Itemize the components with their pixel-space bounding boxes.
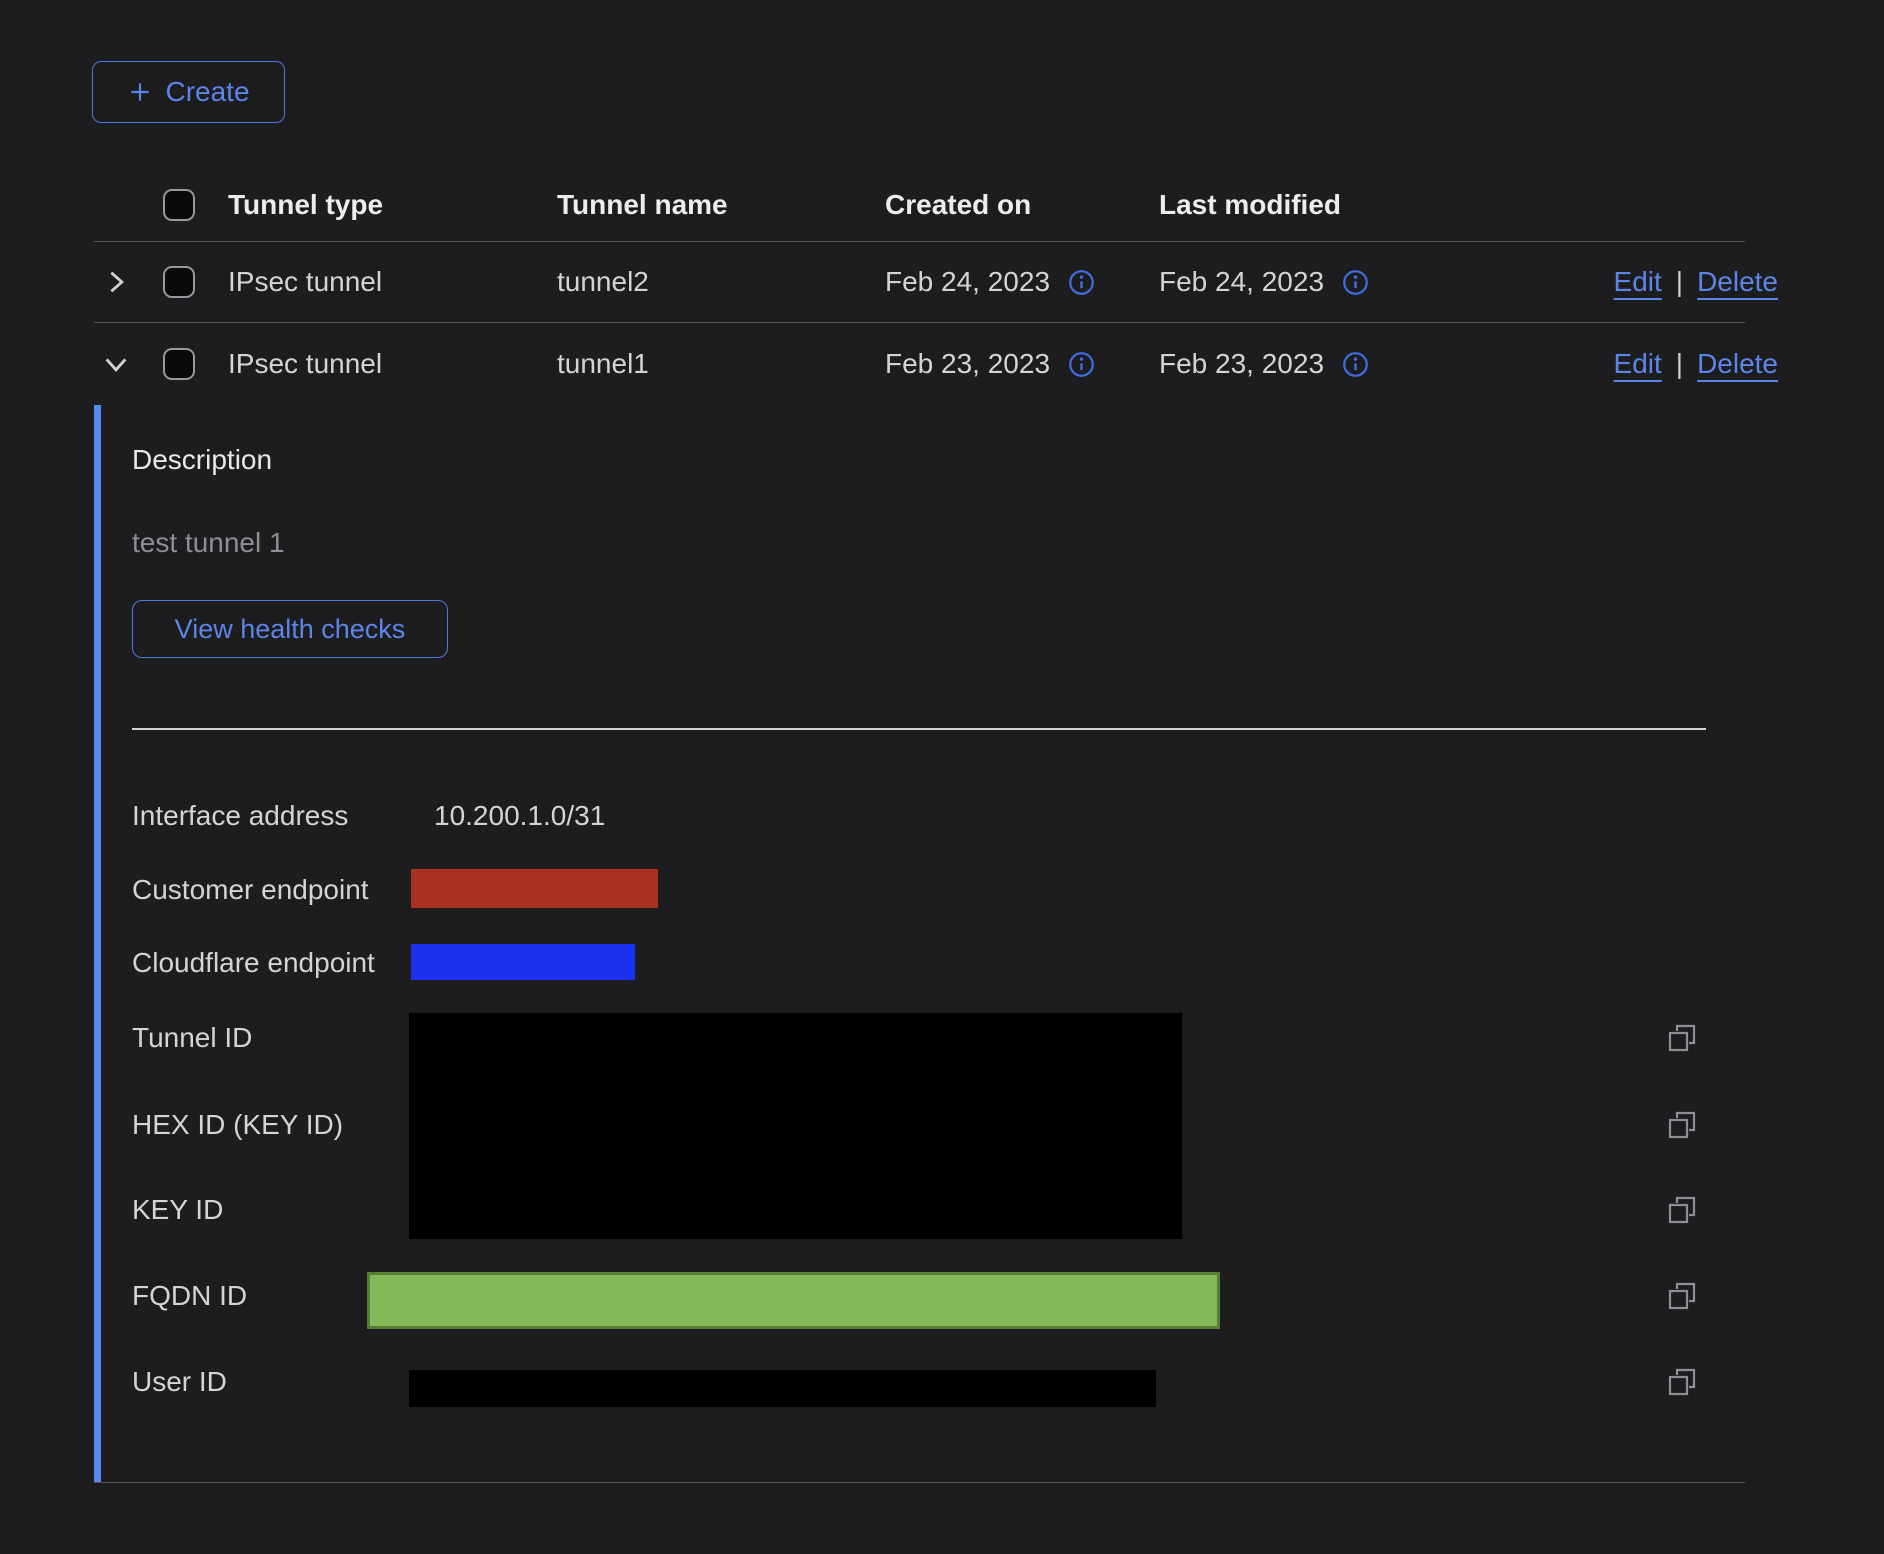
delete-link[interactable]: Delete xyxy=(1697,266,1778,298)
table-header: Tunnel type Tunnel name Created on Last … xyxy=(94,168,1745,241)
description-value: test tunnel 1 xyxy=(132,527,285,559)
row-checkbox[interactable] xyxy=(163,348,195,380)
table-row-tunnel1: IPsec tunnel tunnel1 Feb 23, 2023 Feb 23… xyxy=(94,323,1745,405)
created-on-cell: Feb 23, 2023 xyxy=(885,348,1095,380)
copy-fqdn-id-button[interactable] xyxy=(1660,1274,1704,1318)
header-tunnel-name: Tunnel name xyxy=(557,189,728,221)
expanded-row-accent-bar xyxy=(94,405,101,1482)
fqdn-id-label: FQDN ID xyxy=(132,1279,247,1313)
customer-endpoint-redacted-value xyxy=(411,869,658,908)
interface-address-value: 10.200.1.0/31 xyxy=(434,799,605,833)
details-divider xyxy=(132,728,1706,730)
copy-tunnel-id-button[interactable] xyxy=(1660,1016,1704,1060)
info-icon[interactable] xyxy=(1068,351,1095,378)
copy-icon xyxy=(1666,1109,1698,1141)
info-icon[interactable] xyxy=(1068,269,1095,296)
cloudflare-endpoint-redacted-value xyxy=(411,944,635,980)
info-icon[interactable] xyxy=(1342,351,1369,378)
create-button[interactable]: Create xyxy=(92,61,285,123)
copy-hex-id-button[interactable] xyxy=(1660,1103,1704,1147)
cloudflare-endpoint-label: Cloudflare endpoint xyxy=(132,946,375,980)
last-modified-cell: Feb 23, 2023 xyxy=(1159,348,1369,380)
edit-link[interactable]: Edit xyxy=(1614,266,1662,298)
plus-icon xyxy=(127,79,153,105)
table-row-tunnel2: IPsec tunnel tunnel2 Feb 24, 2023 Feb 24… xyxy=(94,242,1745,322)
created-on-date: Feb 23, 2023 xyxy=(885,348,1050,380)
row-actions: Edit | Delete xyxy=(1614,348,1778,380)
select-all-checkbox[interactable] xyxy=(163,189,195,221)
copy-icon xyxy=(1666,1022,1698,1054)
chevron-right-icon[interactable] xyxy=(102,268,130,296)
header-tunnel-type: Tunnel type xyxy=(228,189,383,221)
ids-redacted-values xyxy=(409,1013,1182,1239)
hex-id-label: HEX ID (KEY ID) xyxy=(132,1108,343,1142)
last-modified-cell: Feb 24, 2023 xyxy=(1159,266,1369,298)
key-id-label: KEY ID xyxy=(132,1193,223,1227)
info-icon[interactable] xyxy=(1342,269,1369,296)
copy-user-id-button[interactable] xyxy=(1660,1360,1704,1404)
last-modified-date: Feb 23, 2023 xyxy=(1159,348,1324,380)
description-label: Description xyxy=(132,444,272,476)
panel-bottom-divider xyxy=(94,1482,1745,1483)
last-modified-date: Feb 24, 2023 xyxy=(1159,266,1324,298)
tunnel-type-cell: IPsec tunnel xyxy=(228,348,382,380)
fqdn-id-redacted-value xyxy=(367,1272,1220,1329)
created-on-date: Feb 24, 2023 xyxy=(885,266,1050,298)
header-last-modified: Last modified xyxy=(1159,189,1341,221)
copy-icon xyxy=(1666,1280,1698,1312)
copy-key-id-button[interactable] xyxy=(1660,1188,1704,1232)
customer-endpoint-label: Customer endpoint xyxy=(132,873,369,907)
user-id-label: User ID xyxy=(132,1365,227,1399)
interface-address-label: Interface address xyxy=(132,799,348,833)
tunnel-name-cell: tunnel1 xyxy=(557,348,649,380)
tunnel-type-cell: IPsec tunnel xyxy=(228,266,382,298)
view-health-checks-button[interactable]: View health checks xyxy=(132,600,448,658)
row-checkbox[interactable] xyxy=(163,266,195,298)
created-on-cell: Feb 24, 2023 xyxy=(885,266,1095,298)
row-actions: Edit | Delete xyxy=(1614,266,1778,298)
tunnel-name-cell: tunnel2 xyxy=(557,266,649,298)
tunnel-id-label: Tunnel ID xyxy=(132,1021,252,1055)
edit-link[interactable]: Edit xyxy=(1614,348,1662,380)
delete-link[interactable]: Delete xyxy=(1697,348,1778,380)
link-separator: | xyxy=(1676,266,1683,298)
chevron-down-icon[interactable] xyxy=(102,350,130,378)
copy-icon xyxy=(1666,1194,1698,1226)
user-id-redacted-value xyxy=(409,1370,1156,1407)
header-created-on: Created on xyxy=(885,189,1031,221)
create-button-label: Create xyxy=(165,76,249,108)
link-separator: | xyxy=(1676,348,1683,380)
copy-icon xyxy=(1666,1366,1698,1398)
ipsec-tunnels-page: Create Tunnel type Tunnel name Created o… xyxy=(0,0,1884,1554)
